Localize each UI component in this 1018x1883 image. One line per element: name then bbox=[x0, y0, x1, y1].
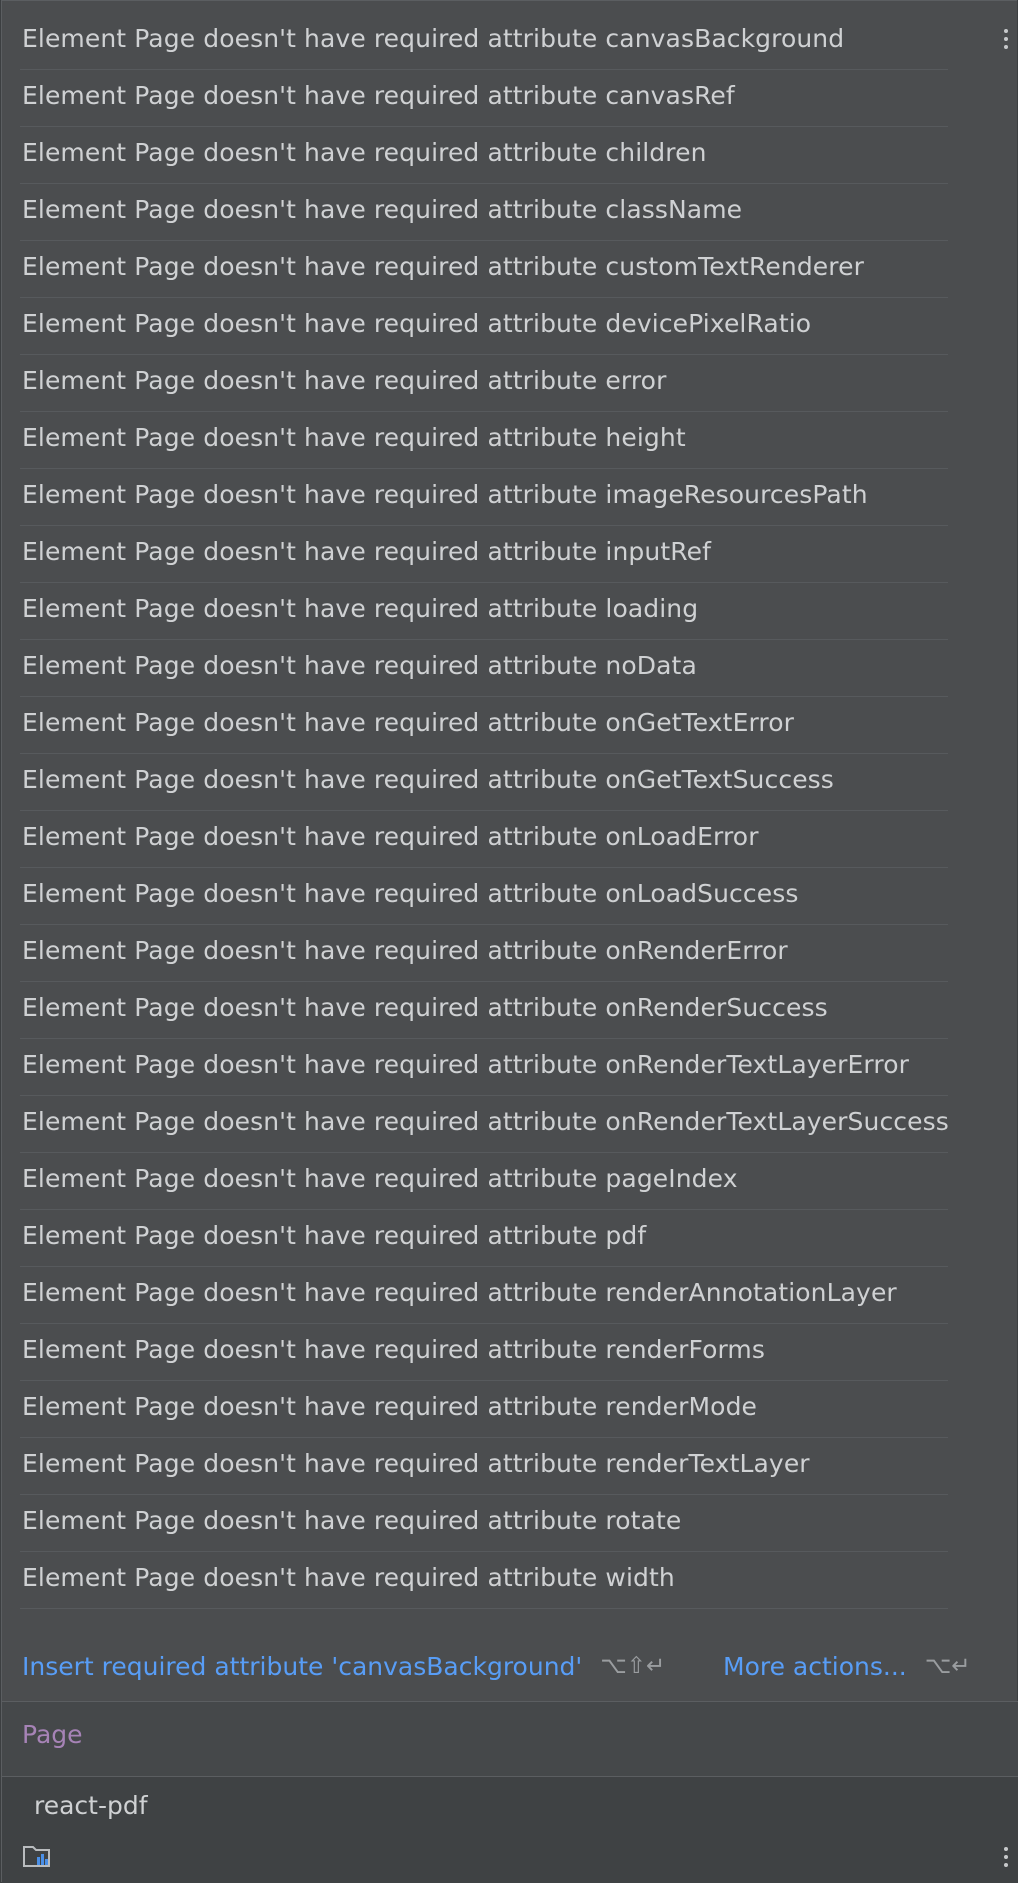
problem-item[interactable]: Element Page doesn't have required attri… bbox=[20, 1210, 948, 1267]
problem-text: Element Page doesn't have required attri… bbox=[22, 422, 686, 452]
problem-item[interactable]: Element Page doesn't have required attri… bbox=[20, 298, 948, 355]
problem-item[interactable]: Element Page doesn't have required attri… bbox=[20, 925, 948, 982]
folder-library-icon bbox=[23, 1846, 50, 1867]
problem-item[interactable]: Element Page doesn't have required attri… bbox=[20, 1039, 948, 1096]
problem-text: Element Page doesn't have required attri… bbox=[22, 1505, 682, 1535]
problem-item[interactable]: Element Page doesn't have required attri… bbox=[20, 412, 948, 469]
kebab-menu-icon[interactable] bbox=[1003, 1847, 1009, 1867]
problem-text: Element Page doesn't have required attri… bbox=[22, 935, 788, 965]
problem-item[interactable]: Element Page doesn't have required attri… bbox=[20, 811, 948, 868]
problem-item[interactable]: Element Page doesn't have required attri… bbox=[20, 982, 948, 1039]
problem-item[interactable]: Element Page doesn't have required attri… bbox=[20, 241, 948, 298]
problem-text: Element Page doesn't have required attri… bbox=[22, 308, 812, 338]
problem-item[interactable]: Element Page doesn't have required attri… bbox=[20, 1438, 948, 1495]
problem-item[interactable]: Element Page doesn't have required attri… bbox=[20, 70, 948, 127]
problem-text: Element Page doesn't have required attri… bbox=[22, 764, 834, 794]
problem-text: Element Page doesn't have required attri… bbox=[22, 479, 868, 509]
problems-list: Element Page doesn't have required attri… bbox=[2, 13, 1018, 1609]
problem-item[interactable]: Element Page doesn't have required attri… bbox=[20, 355, 948, 412]
more-actions-shortcut: ⌥↵ bbox=[924, 1653, 971, 1679]
problem-item[interactable]: Element Page doesn't have required attri… bbox=[20, 1267, 948, 1324]
more-actions-link[interactable]: More actions... bbox=[723, 1652, 907, 1681]
problem-text: Element Page doesn't have required attri… bbox=[22, 1220, 647, 1250]
problem-item[interactable]: Element Page doesn't have required attri… bbox=[20, 583, 948, 640]
problem-item[interactable]: Element Page doesn't have required attri… bbox=[20, 697, 948, 754]
problem-text: Element Page doesn't have required attri… bbox=[22, 1106, 949, 1136]
problem-item[interactable]: Element Page doesn't have required attri… bbox=[20, 184, 948, 241]
module-name: react-pdf bbox=[34, 1791, 148, 1820]
actions-row: Insert required attribute 'canvasBackgro… bbox=[2, 1641, 1018, 1691]
problem-item[interactable]: Element Page doesn't have required attri… bbox=[20, 1552, 948, 1609]
problem-text: Element Page doesn't have required attri… bbox=[22, 650, 697, 680]
problem-text: Element Page doesn't have required attri… bbox=[22, 1391, 758, 1421]
problem-text: Element Page doesn't have required attri… bbox=[22, 1163, 738, 1193]
problem-item[interactable]: Element Page doesn't have required attri… bbox=[20, 754, 948, 811]
problem-text: Element Page doesn't have required attri… bbox=[22, 80, 735, 110]
insert-action-link[interactable]: Insert required attribute 'canvasBackgro… bbox=[22, 1652, 582, 1681]
problem-item[interactable]: Element Page doesn't have required attri… bbox=[20, 1495, 948, 1552]
problem-text: Element Page doesn't have required attri… bbox=[22, 707, 795, 737]
problem-text: Element Page doesn't have required attri… bbox=[22, 1448, 810, 1478]
problem-text: Element Page doesn't have required attri… bbox=[22, 194, 743, 224]
problem-text: Element Page doesn't have required attri… bbox=[22, 536, 711, 566]
problem-text: Element Page doesn't have required attri… bbox=[22, 992, 828, 1022]
problem-item[interactable]: Element Page doesn't have required attri… bbox=[20, 469, 948, 526]
problem-item[interactable]: Element Page doesn't have required attri… bbox=[20, 640, 948, 697]
problem-text: Element Page doesn't have required attri… bbox=[22, 23, 845, 53]
problem-text: Element Page doesn't have required attri… bbox=[22, 1562, 675, 1592]
problem-text: Element Page doesn't have required attri… bbox=[22, 1049, 909, 1079]
problem-text: Element Page doesn't have required attri… bbox=[22, 1277, 897, 1307]
problem-text: Element Page doesn't have required attri… bbox=[22, 1334, 766, 1364]
insert-action-shortcut: ⌥⇧↵ bbox=[600, 1653, 666, 1679]
problem-text: Element Page doesn't have required attri… bbox=[22, 593, 699, 623]
problem-item[interactable]: Element Page doesn't have required attri… bbox=[20, 1153, 948, 1210]
documentation-footer: react-pdf bbox=[2, 1777, 1018, 1883]
problem-item[interactable]: Element Page doesn't have required attri… bbox=[20, 868, 948, 925]
problem-text: Element Page doesn't have required attri… bbox=[22, 137, 707, 167]
problem-text: Element Page doesn't have required attri… bbox=[22, 878, 799, 908]
problem-item[interactable]: Element Page doesn't have required attri… bbox=[20, 1324, 948, 1381]
problem-item[interactable]: Element Page doesn't have required attri… bbox=[20, 1096, 949, 1153]
problem-item[interactable]: Element Page doesn't have required attri… bbox=[20, 1381, 948, 1438]
problem-item[interactable]: Element Page doesn't have required attri… bbox=[20, 127, 948, 184]
doc-title: Page bbox=[22, 1720, 83, 1749]
insert-required-attribute-action[interactable]: Insert required attribute 'canvasBackgro… bbox=[22, 1652, 665, 1681]
problem-item[interactable]: Element Page doesn't have required attri… bbox=[20, 13, 948, 70]
problem-item[interactable]: Element Page doesn't have required attri… bbox=[20, 526, 948, 583]
problem-text: Element Page doesn't have required attri… bbox=[22, 251, 864, 281]
more-actions-action[interactable]: More actions... ⌥↵ bbox=[723, 1652, 971, 1681]
intention-popup: Element Page doesn't have required attri… bbox=[1, 0, 1018, 1883]
problem-text: Element Page doesn't have required attri… bbox=[22, 821, 759, 851]
problem-text: Element Page doesn't have required attri… bbox=[22, 365, 667, 395]
documentation-header: Page bbox=[2, 1702, 1018, 1776]
